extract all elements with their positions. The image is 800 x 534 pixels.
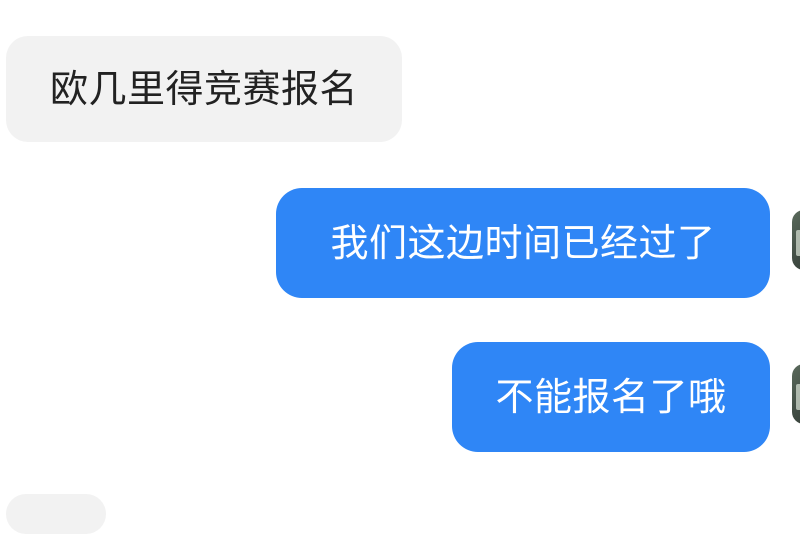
message-text: 欧几里得竞赛报名 <box>49 67 358 111</box>
message-bubble[interactable]: 欧几里得竞赛报名 <box>6 36 402 142</box>
avatar[interactable] <box>792 364 800 424</box>
message-bubble[interactable]: 不能报名了哦 <box>452 342 770 452</box>
chat-thread: 欧几里得竞赛报名 我们这边时间已经过了 不能报名了哦 <box>0 0 800 534</box>
avatar[interactable] <box>792 210 800 270</box>
message-text: 我们这边时间已经过了 <box>330 221 716 265</box>
message-text: 不能报名了哦 <box>495 375 727 419</box>
message-bubble[interactable]: 我们这边时间已经过了 <box>276 188 770 298</box>
message-bubble[interactable] <box>6 494 106 534</box>
